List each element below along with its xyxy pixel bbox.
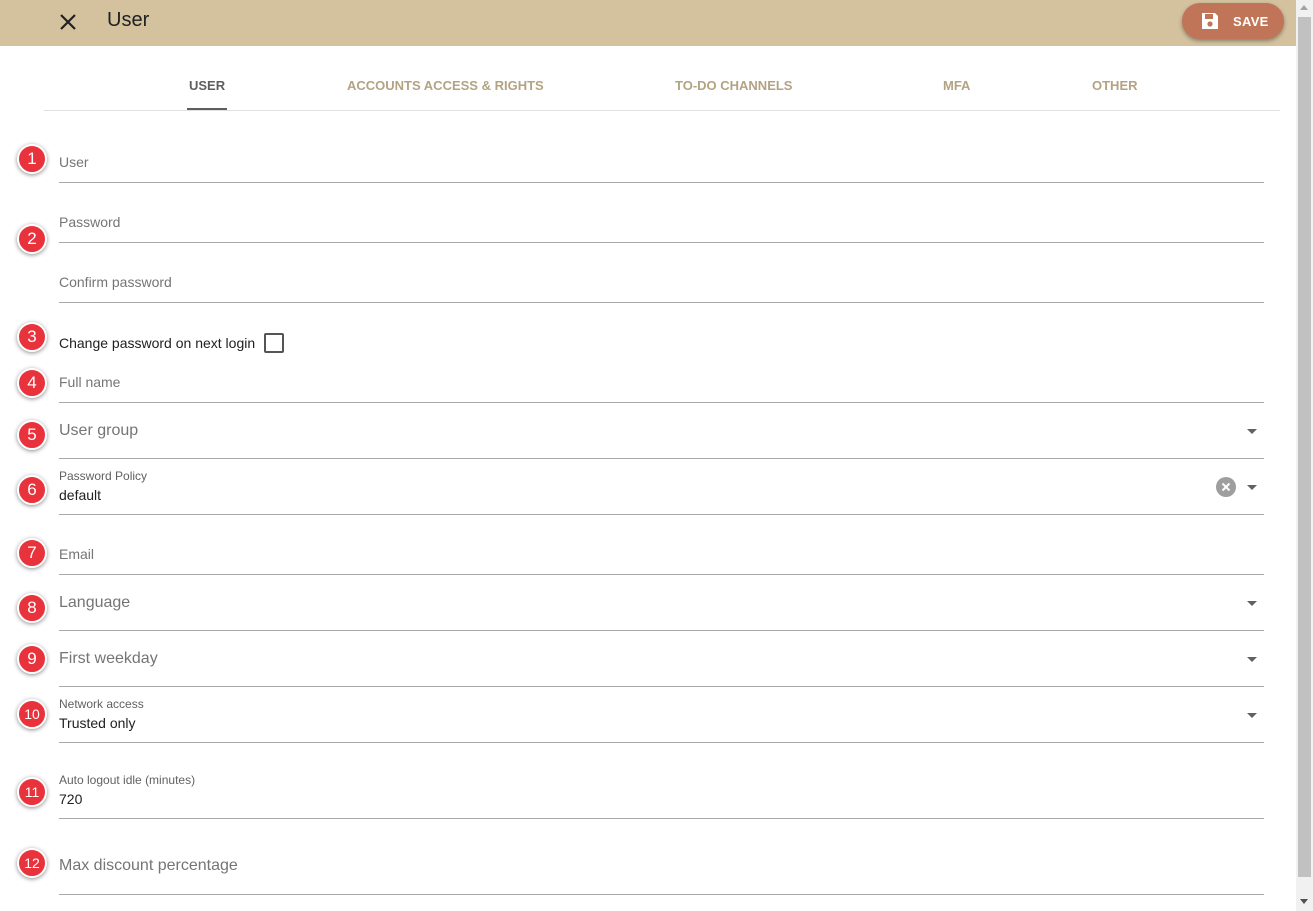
first-weekday-select[interactable]: First weekday xyxy=(59,643,1264,687)
user-group-select[interactable]: User group xyxy=(59,415,1264,459)
step-badge-5: 5 xyxy=(17,420,47,450)
floppy-disk-icon xyxy=(1200,11,1220,31)
step-badge-6: 6 xyxy=(17,475,47,505)
confirm-password-placeholder: Confirm password xyxy=(59,274,172,290)
step-badge-7: 7 xyxy=(17,538,47,568)
chevron-down-icon[interactable] xyxy=(1247,429,1257,434)
email-placeholder: Email xyxy=(59,546,95,562)
full-name-placeholder: Full name xyxy=(59,374,121,390)
language-placeholder: Language xyxy=(59,594,131,611)
language-select[interactable]: Language xyxy=(59,587,1264,631)
change-password-checkbox[interactable] xyxy=(264,333,284,353)
user-group-placeholder: User group xyxy=(59,422,139,439)
close-icon[interactable] xyxy=(56,10,80,34)
max-discount-placeholder: Max discount percentage xyxy=(59,857,238,874)
max-discount-input[interactable]: Max discount percentage xyxy=(59,850,1264,895)
password-placeholder: Password xyxy=(59,214,121,230)
network-access-select[interactable]: Network access Trusted only xyxy=(59,694,1264,743)
chevron-down-icon[interactable] xyxy=(1247,601,1257,606)
tab-accounts-access-rights[interactable]: ACCOUNTS ACCESS & RIGHTS xyxy=(347,78,544,93)
scroll-down-icon[interactable] xyxy=(1300,899,1308,904)
full-name-input[interactable]: Full name xyxy=(59,365,1264,403)
tab-user[interactable]: USER xyxy=(189,78,225,93)
step-badge-12: 12 xyxy=(17,848,47,878)
save-button-label: SAVE xyxy=(1233,14,1269,29)
auto-logout-label: Auto logout idle (minutes) xyxy=(59,773,196,787)
step-badge-9: 9 xyxy=(17,644,47,674)
user-input[interactable]: User xyxy=(59,145,1264,183)
email-input[interactable]: Email xyxy=(59,537,1264,575)
step-badge-1: 1 xyxy=(17,144,47,174)
active-tab-indicator xyxy=(187,108,227,110)
password-input[interactable]: Password xyxy=(59,205,1264,243)
step-badge-3: 3 xyxy=(17,322,47,352)
auto-logout-value: 720 xyxy=(59,791,83,807)
scrollbar-thumb[interactable] xyxy=(1298,17,1311,877)
step-badge-8: 8 xyxy=(17,593,47,623)
confirm-password-input[interactable]: Confirm password xyxy=(59,265,1264,303)
tab-to-do-channels[interactable]: TO-DO CHANNELS xyxy=(675,78,792,93)
vertical-scrollbar[interactable] xyxy=(1296,0,1313,911)
step-badge-2: 2 xyxy=(17,224,47,254)
auto-logout-input[interactable]: Auto logout idle (minutes) 720 xyxy=(59,770,1264,819)
chevron-down-icon[interactable] xyxy=(1247,485,1257,490)
step-badge-10: 10 xyxy=(17,699,47,729)
password-policy-value: default xyxy=(59,487,102,503)
first-weekday-placeholder: First weekday xyxy=(59,650,158,667)
tab-bar: USER ACCOUNTS ACCESS & RIGHTS TO-DO CHAN… xyxy=(44,64,1280,111)
top-app-bar: User SAVE xyxy=(0,0,1296,46)
step-badge-11: 11 xyxy=(17,777,47,807)
page-title: User xyxy=(107,9,150,31)
password-policy-select[interactable]: Password Policy default xyxy=(59,466,1264,515)
clear-icon[interactable] xyxy=(1216,477,1236,497)
chevron-down-icon[interactable] xyxy=(1247,713,1257,718)
network-access-label: Network access xyxy=(59,697,144,711)
scroll-up-icon[interactable] xyxy=(1300,5,1308,10)
password-policy-label: Password Policy xyxy=(59,469,148,483)
step-badge-4: 4 xyxy=(17,368,47,398)
chevron-down-icon[interactable] xyxy=(1247,657,1257,662)
tab-other[interactable]: OTHER xyxy=(1092,78,1138,93)
save-button[interactable]: SAVE xyxy=(1182,3,1284,39)
change-password-label: Change password on next login xyxy=(59,335,256,351)
tab-mfa[interactable]: MFA xyxy=(943,78,970,93)
user-placeholder: User xyxy=(59,154,89,170)
network-access-value: Trusted only xyxy=(59,715,136,731)
